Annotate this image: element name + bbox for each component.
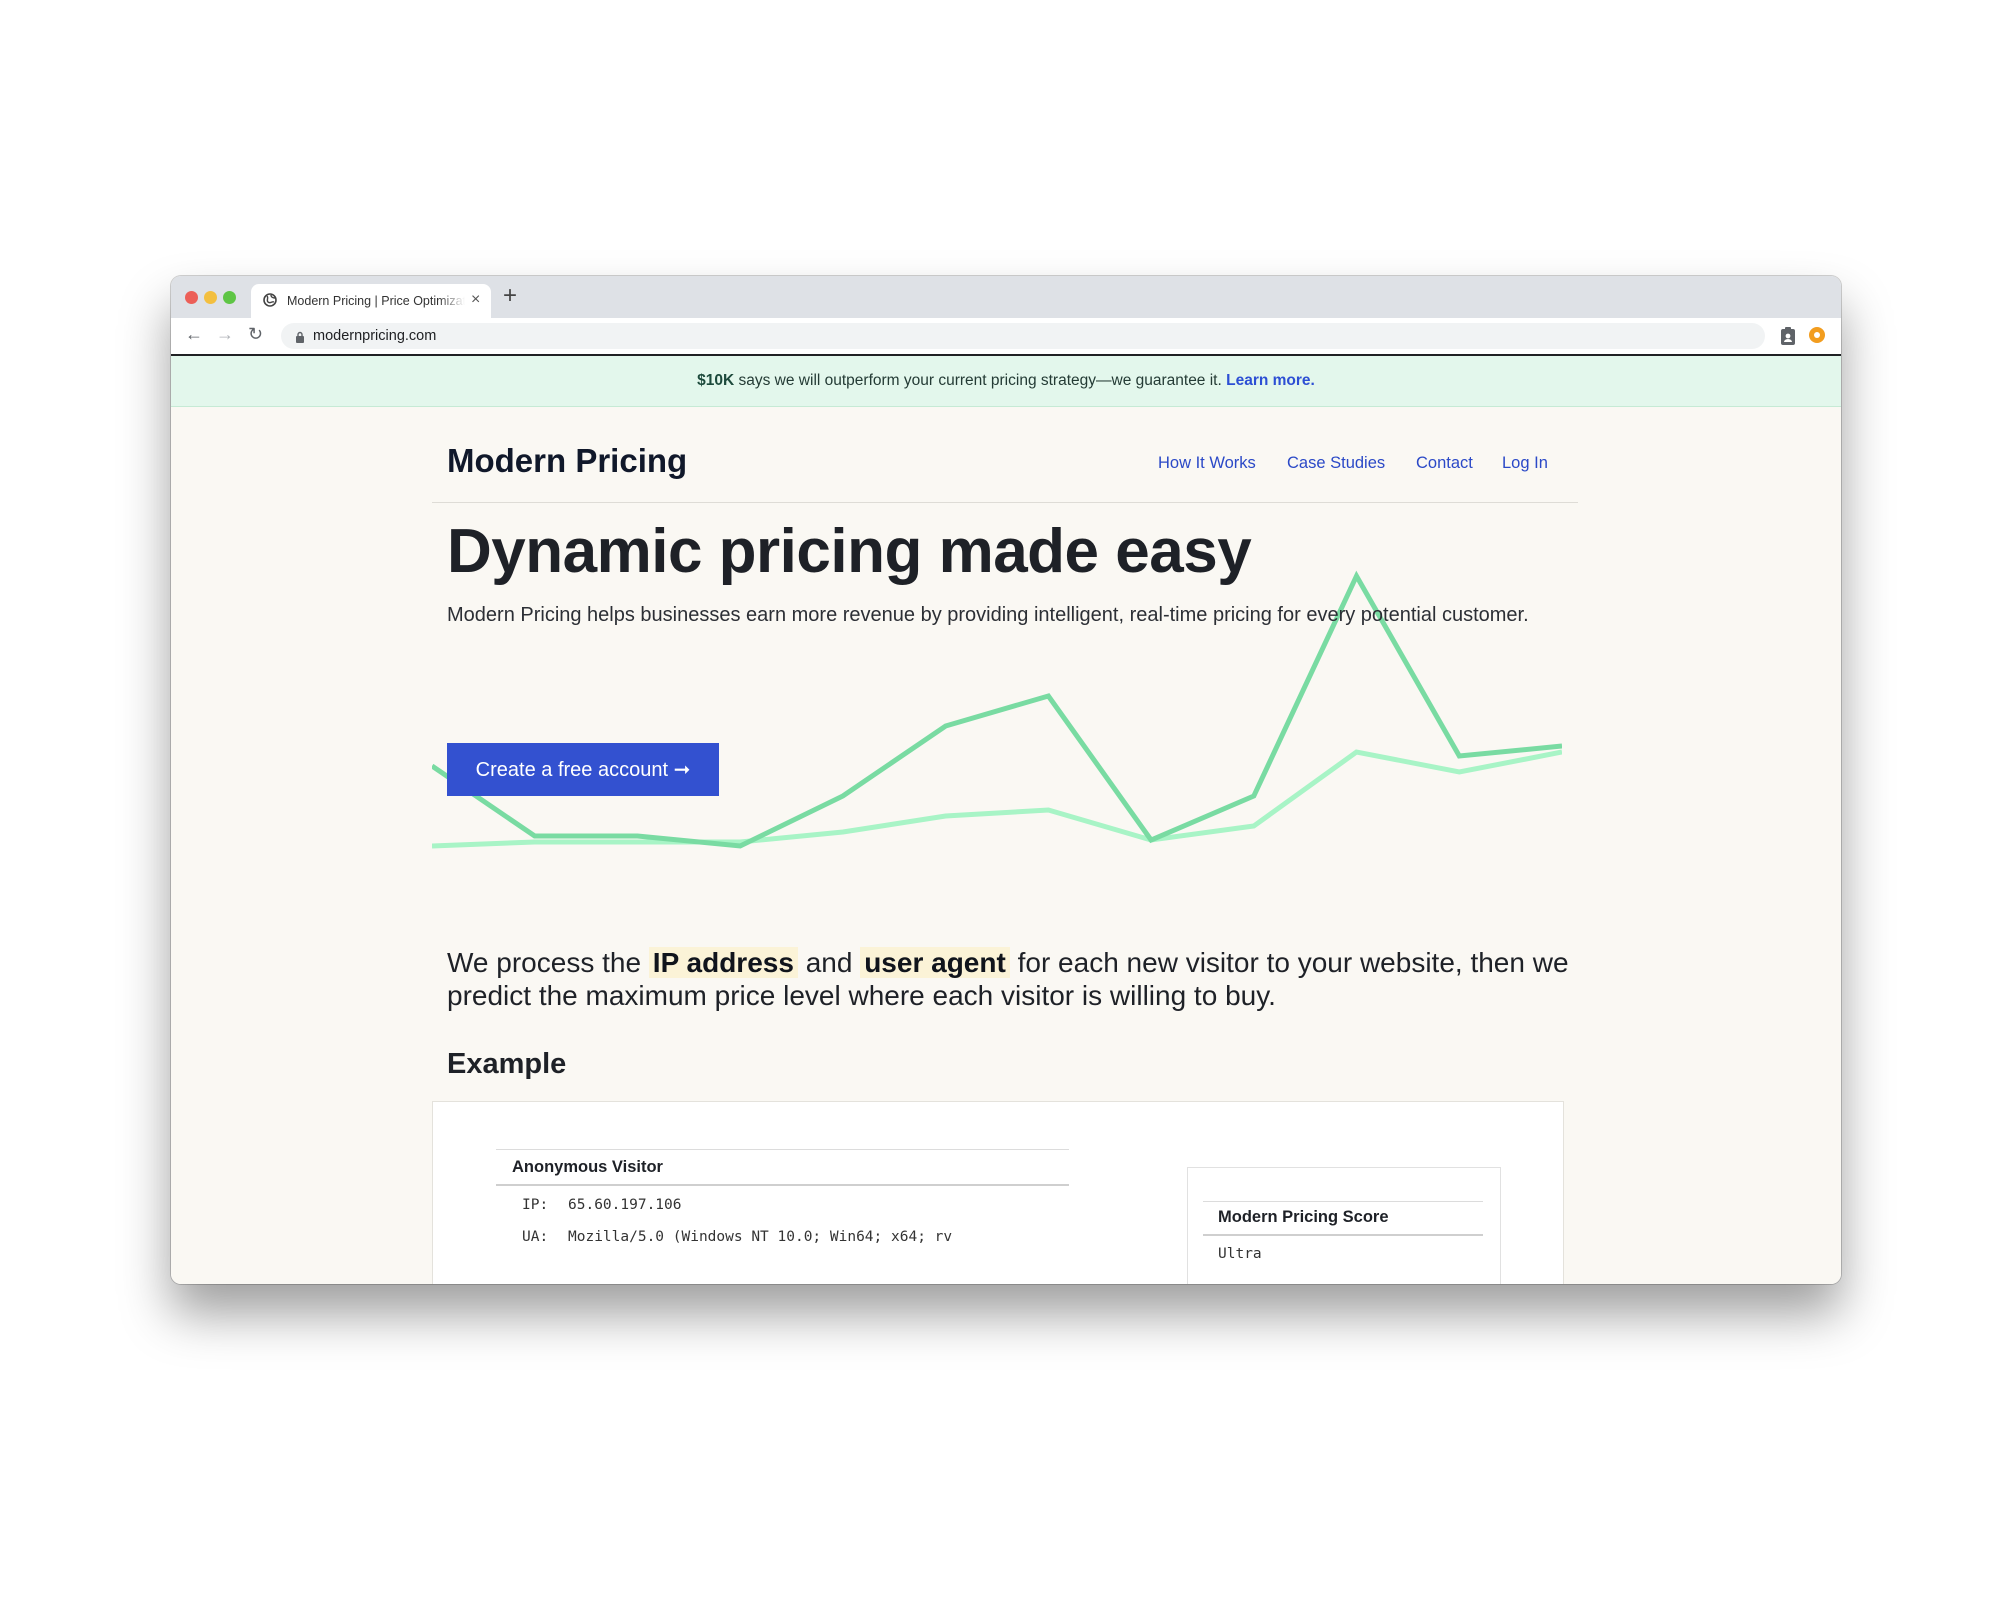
tab-close-icon[interactable]: × [471,291,480,309]
guarantee-banner: $10K says we will outperform your curren… [171,356,1841,407]
hero-title: Dynamic pricing made easy [447,517,1252,586]
clipboard-extension-icon[interactable] [1779,326,1797,351]
score-title: Modern Pricing Score [1218,1208,1389,1226]
globe-icon [263,293,277,312]
banner-text: says we will outperform your current pri… [734,372,1227,389]
create-free-account-button[interactable]: Create a free account ➞ [447,743,719,796]
process-description: We process the IP address and user agent… [447,946,1597,1012]
ua-value: Mozilla/5.0 (Windows NT 10.0; Win64; x64… [568,1229,953,1245]
browser-window: Modern Pricing | Price Optimization × + … [171,276,1841,1284]
reload-icon[interactable]: ↻ [248,324,263,345]
visitor-title: Anonymous Visitor [512,1158,663,1176]
address-bar[interactable]: modernpricing.com [281,323,1765,349]
process-text-1: We process the [447,947,649,978]
nav-log-in[interactable]: Log In [1502,454,1548,473]
tab-strip: Modern Pricing | Price Optimization × + [171,276,1841,318]
forward-arrow-icon[interactable]: → [216,324,234,345]
back-arrow-icon[interactable]: ← [185,324,203,345]
nav-contact[interactable]: Contact [1416,454,1473,473]
example-card: Anonymous Visitor IP: 65.60.197.106 UA: Mo… [432,1101,1564,1284]
page-viewport: $10K says we will outperform your curren… [171,356,1841,1284]
header-divider [432,502,1578,503]
site-logo[interactable]: Modern Pricing [447,442,687,480]
highlight-ip-address: IP address [648,947,798,978]
score-top-rule [1203,1201,1483,1202]
ip-label: IP: [522,1197,549,1213]
score-value: Ultra [1218,1246,1262,1262]
nav-case-studies[interactable]: Case Studies [1287,454,1385,473]
browser-toolbar: ← → ↻ modernpricing.com [171,318,1841,356]
visitor-ua-row: UA: Mozilla/5.0 (Windows NT 10.0; Win64; … [522,1229,952,1245]
visitor-top-rule [496,1149,1069,1150]
new-tab-button[interactable]: + [503,282,517,310]
process-text-2: and [797,947,861,978]
learn-more-link[interactable]: Learn more. [1226,372,1315,389]
browser-tab[interactable]: Modern Pricing | Price Optimization × [251,284,491,318]
example-heading: Example [447,1048,567,1080]
ua-label: UA: [522,1229,549,1245]
tab-title: Modern Pricing | Price Optimization [287,294,465,308]
lock-icon [295,330,305,348]
honey-extension-icon[interactable] [1808,326,1826,349]
nav-how-it-works[interactable]: How It Works [1158,454,1256,473]
url-text: modernpricing.com [313,328,437,344]
banner-amount: $10K [697,372,735,389]
minimize-window-button[interactable] [204,291,217,304]
hero-subtitle: Modern Pricing helps businesses earn mor… [447,604,1529,626]
ip-value: 65.60.197.106 [568,1197,682,1213]
highlight-user-agent: user agent [860,947,1010,978]
visitor-bottom-rule [496,1184,1069,1186]
score-bottom-rule [1203,1234,1483,1236]
close-window-button[interactable] [185,291,198,304]
visitor-ip-row: IP: 65.60.197.106 [522,1197,682,1213]
score-panel: Modern Pricing Score Ultra [1187,1167,1501,1284]
zoom-window-button[interactable] [223,291,236,304]
